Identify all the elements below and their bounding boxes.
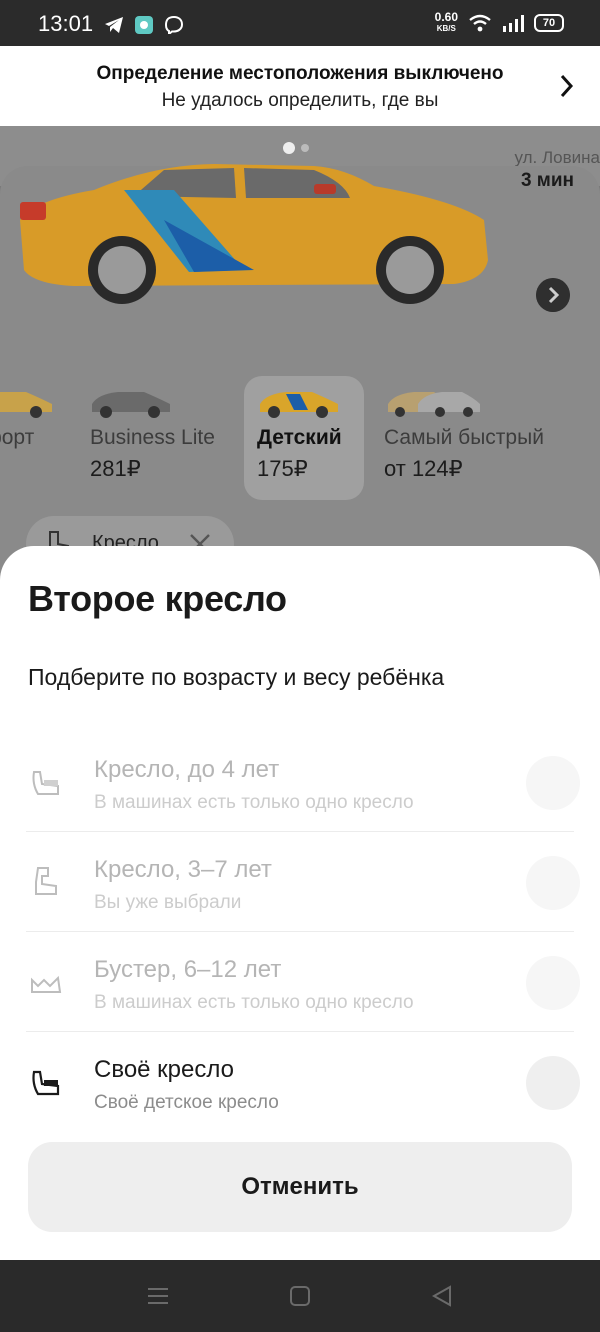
system-nav-bar (0, 1260, 600, 1332)
eta-label: 3 мин (520, 170, 574, 191)
second-seat-sheet: Второе кресло Подберите по возрасту и ве… (0, 546, 600, 1260)
chevron-right-icon[interactable] (558, 72, 576, 100)
back-icon[interactable] (430, 1284, 454, 1308)
carousel-dots (283, 142, 309, 154)
signal-icon (503, 15, 524, 32)
battery-icon: 70 (534, 14, 564, 32)
option-own-seat[interactable]: Своё кресло Своё детское кресло (26, 1032, 580, 1132)
option-subtitle: Вы уже выбрали (94, 892, 242, 913)
sheet-subtitle: Подберите по возрасту и весу ребёнка (28, 664, 445, 690)
option-booster: Бустер, 6–12 лет В машинах есть только о… (26, 932, 580, 1032)
home-icon[interactable] (288, 1284, 312, 1308)
location-banner-subtitle: Не удалось определить, где вы (161, 90, 439, 111)
tariff-price: 175₽ (257, 456, 308, 481)
map-street-label: ул. Ловина (514, 148, 600, 167)
net-speed: 0.60 KB/S (434, 10, 458, 34)
status-bar: 13:01 0.60 KB/S 70 (0, 0, 600, 46)
tariff-name: Детский (257, 426, 342, 449)
tariff-item-selected[interactable]: Детский 175₽ (244, 376, 364, 500)
notification-icons (104, 16, 184, 34)
tariff-name: мфорт (0, 426, 35, 449)
status-time: 13:01 (38, 11, 94, 36)
option-subtitle: В машинах есть только одно кресло (94, 792, 414, 813)
option-title: Бустер, 6–12 лет (94, 956, 282, 983)
net-speed-value: 0.60 (434, 10, 458, 24)
cancel-button[interactable]: Отменить (28, 1142, 572, 1232)
carousel-dot-active (283, 142, 295, 154)
child-seat-icon (35, 867, 57, 895)
app-icon (135, 16, 153, 34)
option-radio[interactable] (526, 1056, 580, 1110)
business-car-icon (92, 392, 170, 418)
own-seat-icon (32, 1070, 60, 1096)
tariff-list: мфорт ₽ Business Lite 281₽ Детский 175₽ … (0, 376, 600, 506)
option-title: Кресло, до 4 лет (94, 756, 280, 783)
carousel-dot (301, 144, 309, 152)
option-title: Кресло, 3–7 лет (94, 856, 272, 883)
tariff-price: 281₽ (90, 456, 141, 481)
status-right: 0.60 KB/S 70 (434, 10, 564, 34)
net-speed-unit: KB/S (436, 24, 456, 33)
comfort-car-icon (0, 392, 52, 418)
option-subtitle: В машинах есть только одно кресло (94, 992, 414, 1013)
tariff-item[interactable]: Business Lite 281₽ (78, 376, 238, 500)
location-banner[interactable]: Определение местоположения выключено Не … (0, 46, 600, 126)
tariff-name: Самый быстрый (384, 426, 544, 449)
option-infant-seat: Кресло, до 4 лет В машинах есть только о… (26, 732, 580, 832)
taxi-car-image (20, 164, 488, 304)
tariff-price: от 124₽ (384, 456, 463, 481)
tariff-item[interactable]: Самый быстрый от 124₽ (372, 376, 600, 500)
next-car-button[interactable] (536, 278, 570, 312)
wifi-icon (469, 14, 491, 32)
booster-icon (31, 975, 62, 993)
option-subtitle: Своё детское кресло (94, 1092, 279, 1113)
telegram-icon (105, 17, 123, 33)
option-radio (526, 956, 580, 1010)
tariff-item[interactable]: мфорт ₽ (0, 376, 70, 500)
option-radio (526, 756, 580, 810)
fastest-cars-icon (388, 392, 480, 417)
menu-icon[interactable] (146, 1284, 170, 1308)
infant-seat-icon (32, 771, 59, 795)
tariff-name: Business Lite (90, 426, 215, 449)
viber-icon (164, 16, 184, 34)
location-banner-title: Определение местоположения выключено (96, 63, 504, 84)
option-radio (526, 856, 580, 910)
option-child-seat: Кресло, 3–7 лет Вы уже выбрали (26, 832, 580, 932)
option-title: Своё кресло (94, 1056, 234, 1083)
sheet-title: Второе кресло (28, 578, 287, 619)
kids-car-icon (260, 392, 338, 418)
